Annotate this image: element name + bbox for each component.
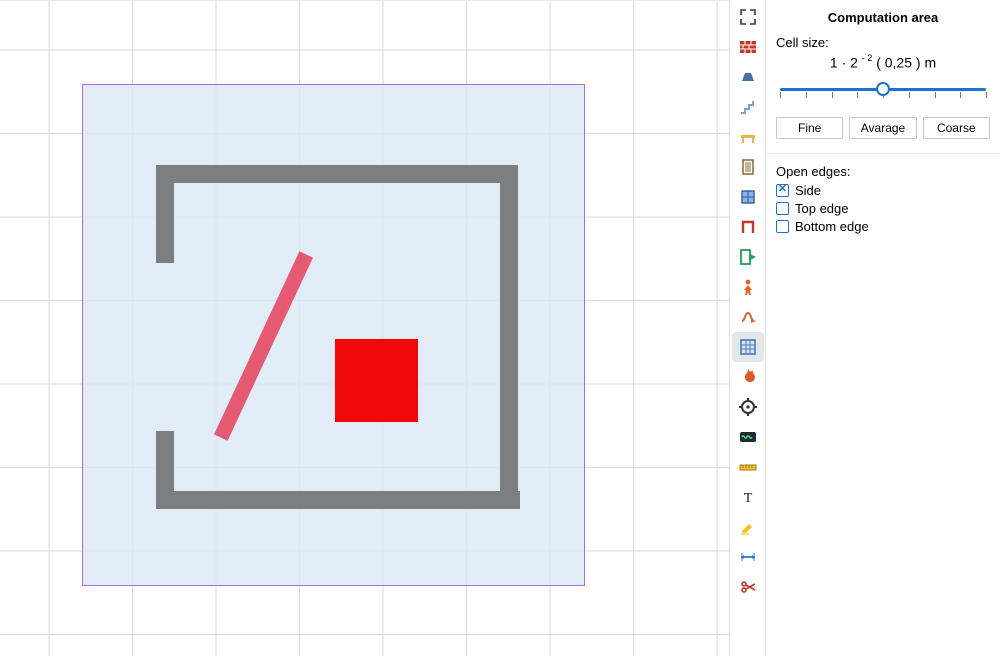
- table-tool[interactable]: [732, 122, 764, 152]
- top-edge-checkbox[interactable]: Top edge: [776, 201, 990, 216]
- highlight-tool[interactable]: [732, 512, 764, 542]
- open-edges-label: Open edges:: [776, 164, 990, 179]
- detector-tool[interactable]: [732, 422, 764, 452]
- table-icon: [738, 127, 758, 147]
- arrows-out-icon: [738, 7, 758, 27]
- select-tool[interactable]: [732, 2, 764, 32]
- dim-icon: [738, 547, 758, 567]
- ruler-icon: [738, 457, 758, 477]
- fire-zone[interactable]: [335, 339, 418, 422]
- wall-segment[interactable]: [170, 491, 520, 509]
- wall-segment[interactable]: [156, 165, 174, 263]
- door-tool[interactable]: [732, 152, 764, 182]
- wall-segment[interactable]: [156, 431, 174, 509]
- opening-icon: [738, 217, 758, 237]
- side-checkbox[interactable]: Side: [776, 183, 990, 198]
- roof-tool[interactable]: [732, 62, 764, 92]
- window-tool[interactable]: [732, 182, 764, 212]
- door-icon: [738, 157, 758, 177]
- coarse-button[interactable]: Coarse: [923, 117, 990, 139]
- drawing-canvas[interactable]: [0, 0, 729, 656]
- cell-size-label: Cell size:: [776, 35, 990, 50]
- panel-title: Computation area: [776, 10, 990, 25]
- fine-button[interactable]: Fine: [776, 117, 843, 139]
- bottom-edge-checkbox[interactable]: Bottom edge: [776, 219, 990, 234]
- marker-icon: [738, 517, 758, 537]
- cell-size-slider[interactable]: [780, 79, 986, 109]
- fire-tool[interactable]: [732, 362, 764, 392]
- computation-area-tool[interactable]: [732, 332, 764, 362]
- cut-tool[interactable]: [732, 572, 764, 602]
- average-button[interactable]: Avarage: [849, 117, 916, 139]
- target-icon: [738, 397, 758, 417]
- target-tool[interactable]: [732, 392, 764, 422]
- opening-tool[interactable]: [732, 212, 764, 242]
- wall-segment[interactable]: [156, 165, 518, 183]
- fire-icon: [738, 367, 758, 387]
- measure-tool[interactable]: [732, 452, 764, 482]
- cell-size-value: 1 · 2 - 2 ( 0,25 ) m: [776, 54, 990, 71]
- tool-strip: [729, 0, 765, 656]
- text-tool[interactable]: [732, 482, 764, 512]
- comp-area-icon: [738, 337, 758, 357]
- person-tool[interactable]: [732, 272, 764, 302]
- wall-tool[interactable]: [732, 32, 764, 62]
- stair-icon: [738, 97, 758, 117]
- path-icon: [738, 307, 758, 327]
- dimension-tool[interactable]: [732, 542, 764, 572]
- wave-icon: [738, 427, 758, 447]
- window-icon: [738, 187, 758, 207]
- side-panel: Computation area Cell size: 1 · 2 - 2 ( …: [765, 0, 1000, 656]
- person-icon: [738, 277, 758, 297]
- trapezoid-icon: [738, 67, 758, 87]
- scissors-icon: [738, 577, 758, 597]
- brick-icon: [738, 37, 758, 57]
- exit-icon: [738, 247, 758, 267]
- stair-tool[interactable]: [732, 92, 764, 122]
- wall-segment[interactable]: [500, 181, 518, 501]
- exit-tool[interactable]: [732, 242, 764, 272]
- text-icon: [738, 487, 758, 507]
- path-tool[interactable]: [732, 302, 764, 332]
